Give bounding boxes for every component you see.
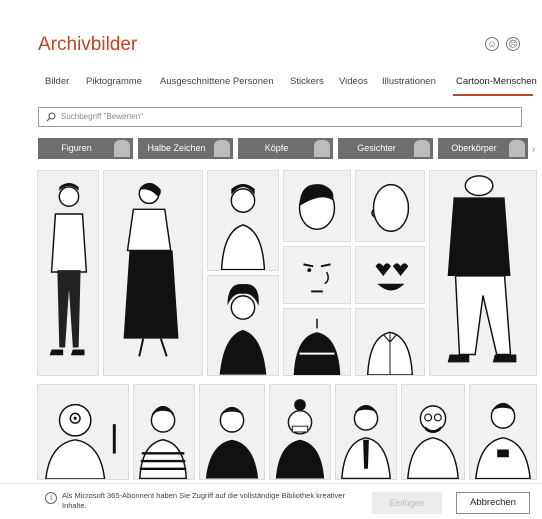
stock-images-dialog: Archivbilder ☺ ☹ Bilder Piktogramme Ausg… (0, 0, 542, 519)
category-oberkoerper[interactable]: Oberkörper (438, 138, 528, 159)
cartoon-person-woman-skirt[interactable] (103, 170, 203, 376)
footer-divider (0, 483, 542, 484)
dialog-title: Archivbilder (38, 34, 138, 55)
cartoon-upper-body-striped[interactable] (133, 384, 195, 480)
cartoon-upper-body-cyclops[interactable] (37, 384, 129, 480)
category-thumbnail (509, 140, 525, 157)
cartoon-upper-body-dark-shirt[interactable] (199, 384, 265, 480)
tab-cartoon-menschen[interactable]: Cartoon-Menschen (456, 76, 537, 87)
category-label: Figuren (61, 143, 92, 153)
category-koepfe[interactable]: Köpfe (238, 138, 333, 159)
cartoon-half-figure-woman-curly[interactable] (207, 275, 279, 376)
tab-illustrationen[interactable]: Illustrationen (382, 76, 436, 87)
category-tabs: Bilder Piktogramme Ausgeschnittene Perso… (38, 76, 538, 96)
category-thumbnail (414, 140, 430, 157)
info-icon: i (45, 492, 57, 504)
cartoon-upper-body-bald-glasses[interactable] (401, 384, 465, 480)
category-thumbnail (114, 140, 130, 157)
active-tab-indicator (453, 94, 533, 96)
tab-videos[interactable]: Videos (339, 76, 368, 87)
cartoon-face-heart-eyes[interactable] (355, 246, 425, 304)
cartoon-torso-arms-crossed[interactable] (283, 308, 351, 376)
category-halbe-zeichen[interactable]: Halbe Zeichen (138, 138, 233, 159)
cartoon-upper-body-sweater[interactable] (429, 170, 537, 376)
cartoon-torso-shirt[interactable] (355, 308, 425, 376)
category-label: Gesichter (357, 143, 396, 153)
cartoon-upper-body-phone[interactable] (469, 384, 537, 480)
search-input[interactable]: Suchbegriff "Bewerten" (38, 107, 522, 127)
category-label: Köpfe (264, 143, 289, 153)
category-gesichter[interactable]: Gesichter (338, 138, 433, 159)
cartoon-head-outline-1[interactable] (283, 170, 351, 242)
category-label: Oberkörper (451, 143, 497, 153)
tab-ausgeschnittene-personen[interactable]: Ausgeschnittene Personen (160, 76, 274, 87)
insert-button[interactable]: Einfügen (372, 492, 442, 514)
frown-feedback-icon[interactable]: ☹ (506, 37, 520, 51)
cartoon-half-figure-hoodie[interactable] (207, 170, 279, 271)
cartoon-person-standing-man[interactable] (37, 170, 99, 376)
smile-feedback-icon[interactable]: ☺ (485, 37, 499, 51)
category-figuren[interactable]: Figuren (38, 138, 133, 159)
search-placeholder: Suchbegriff "Bewerten" (61, 112, 144, 121)
tab-stickers[interactable]: Stickers (290, 76, 324, 87)
cancel-button[interactable]: Abbrechen (456, 492, 530, 514)
category-thumbnail (214, 140, 230, 157)
cartoon-head-outline-2[interactable] (355, 170, 425, 242)
tab-piktogramme[interactable]: Piktogramme (86, 76, 142, 87)
chevron-right-icon[interactable]: › (532, 144, 535, 155)
subscription-info-text: Als Microsoft 365-Abonnent haben Sie Zug… (62, 491, 345, 510)
category-filter-bar: Figuren Halbe Zeichen Köpfe Gesichter Ob… (38, 138, 538, 160)
tab-bilder[interactable]: Bilder (45, 76, 69, 87)
image-gallery (37, 170, 537, 480)
category-thumbnail (314, 140, 330, 157)
cartoon-upper-body-woman-mask[interactable] (269, 384, 331, 480)
cartoon-face-smirk[interactable] (283, 246, 351, 304)
category-label: Halbe Zeichen (147, 143, 206, 153)
cartoon-upper-body-tie[interactable] (335, 384, 397, 480)
search-icon (46, 112, 56, 122)
